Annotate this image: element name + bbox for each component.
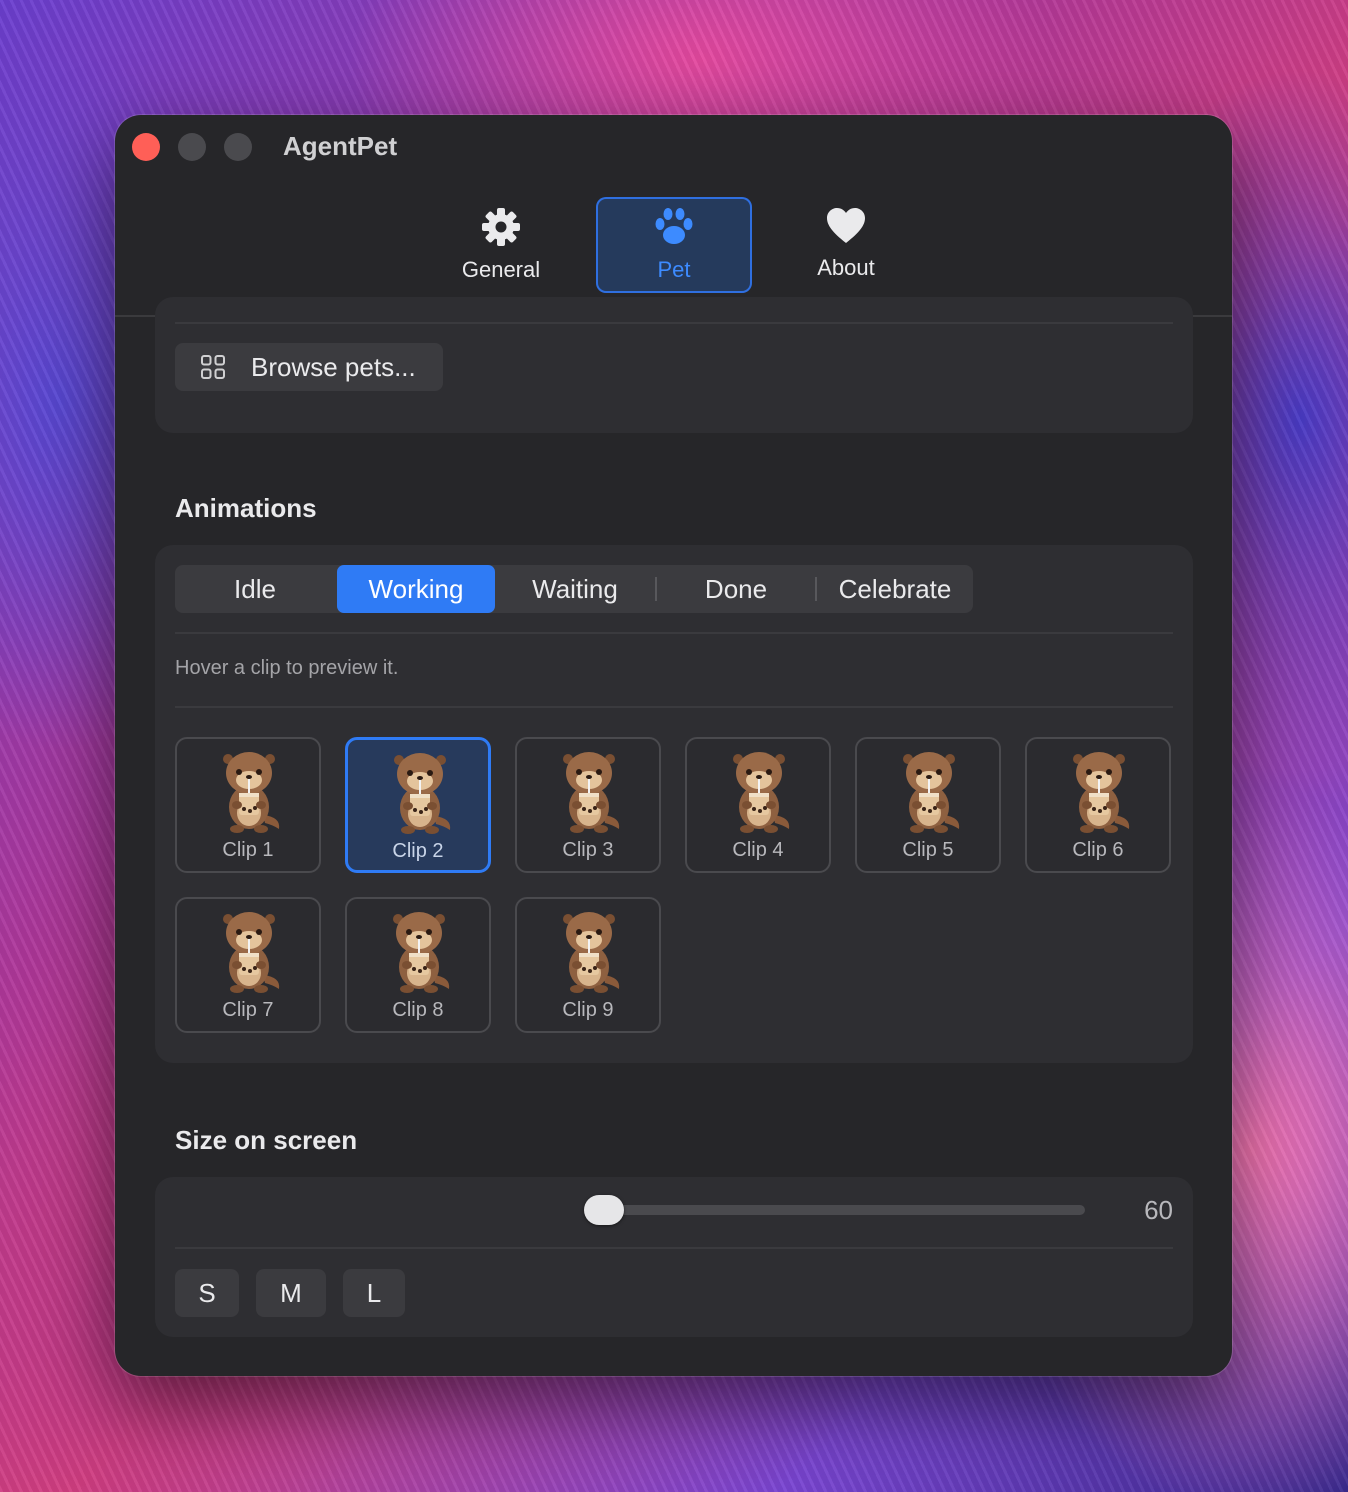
divider xyxy=(175,706,1173,708)
preview-hint: Hover a clip to preview it. xyxy=(175,657,399,679)
clip-tile[interactable]: Clip 3 xyxy=(515,737,661,873)
zoom-button[interactable] xyxy=(224,133,252,161)
size-value: 60 xyxy=(1144,1195,1173,1225)
animation-state-picker: Idle Working Waiting Done Celebrate xyxy=(175,565,973,613)
grid-icon xyxy=(201,355,225,379)
tab-general[interactable]: General xyxy=(423,197,579,293)
clip-tile[interactable]: Clip 8 xyxy=(345,897,491,1033)
pet-settings-pane: Browse pets... Animations Idle Working W… xyxy=(115,297,1232,1376)
size-card: 60 S M L xyxy=(155,1177,1193,1337)
size-small-button[interactable]: S xyxy=(175,1269,239,1317)
otter-sprite-icon xyxy=(563,912,620,993)
divider xyxy=(175,322,1173,324)
state-waiting[interactable]: Waiting xyxy=(495,565,655,613)
clip-tile[interactable]: Clip 5 xyxy=(855,737,1001,873)
title-bar: AgentPet xyxy=(115,115,1232,177)
otter-sprite-icon xyxy=(223,912,280,993)
browse-pets-button[interactable]: Browse pets... xyxy=(175,343,443,391)
otter-sprite-icon xyxy=(223,752,280,833)
clip-label: Clip 2 xyxy=(392,840,444,862)
tab-about[interactable]: About xyxy=(768,197,924,293)
pet-selection-card: Browse pets... xyxy=(155,297,1193,433)
clip-label: Clip 9 xyxy=(562,999,614,1021)
preferences-toolbar: General Pet About xyxy=(115,177,1232,317)
clip-tile[interactable]: Clip 4 xyxy=(685,737,831,873)
tab-pet-label: Pet xyxy=(657,257,691,282)
size-slider-track[interactable] xyxy=(585,1205,1085,1215)
size-slider-thumb[interactable] xyxy=(584,1195,624,1225)
divider xyxy=(175,1247,1173,1249)
tab-about-label: About xyxy=(817,255,875,280)
otter-sprite-icon xyxy=(394,753,451,834)
clip-label: Clip 1 xyxy=(222,839,274,861)
size-heading: Size on screen xyxy=(175,1125,358,1155)
clip-label: Clip 6 xyxy=(1072,839,1124,861)
heart-icon xyxy=(827,208,865,243)
clip-tile[interactable]: Clip 2 xyxy=(345,737,491,873)
size-large-button[interactable]: L xyxy=(343,1269,405,1317)
tab-general-label: General xyxy=(461,257,541,282)
clip-label: Clip 7 xyxy=(222,999,274,1021)
otter-sprite-icon xyxy=(393,912,450,993)
window-title: AgentPet xyxy=(283,131,398,161)
otter-sprite-icon xyxy=(733,752,790,833)
state-done[interactable]: Done xyxy=(657,565,815,613)
otter-sprite-icon xyxy=(563,752,620,833)
clip-tile[interactable]: Clip 6 xyxy=(1025,737,1171,873)
clip-tile[interactable]: Clip 1 xyxy=(175,737,321,873)
divider xyxy=(175,632,1173,634)
clip-tile[interactable]: Clip 7 xyxy=(175,897,321,1033)
tab-pet[interactable]: Pet xyxy=(596,197,752,293)
animations-heading: Animations xyxy=(175,493,317,523)
animations-card: Idle Working Waiting Done Celebrate Hove… xyxy=(155,545,1193,1063)
otter-sprite-icon xyxy=(1073,752,1130,833)
settings-window: AgentPet General Pet About Browse pets..… xyxy=(115,115,1232,1376)
clip-label: Clip 5 xyxy=(902,839,954,861)
paw-icon xyxy=(655,208,693,244)
state-working[interactable]: Working xyxy=(337,565,495,613)
close-button[interactable] xyxy=(132,133,160,161)
size-medium-button[interactable]: M xyxy=(256,1269,326,1317)
clip-label: Clip 8 xyxy=(392,999,444,1021)
gear-icon xyxy=(482,208,520,246)
state-idle[interactable]: Idle xyxy=(175,565,335,613)
otter-sprite-icon xyxy=(903,752,960,833)
browse-pets-label: Browse pets... xyxy=(251,352,416,382)
minimize-button[interactable] xyxy=(178,133,206,161)
clip-tile[interactable]: Clip 9 xyxy=(515,897,661,1033)
clip-label: Clip 3 xyxy=(562,839,614,861)
state-celebrate[interactable]: Celebrate xyxy=(817,565,973,613)
clip-label: Clip 4 xyxy=(732,839,784,861)
